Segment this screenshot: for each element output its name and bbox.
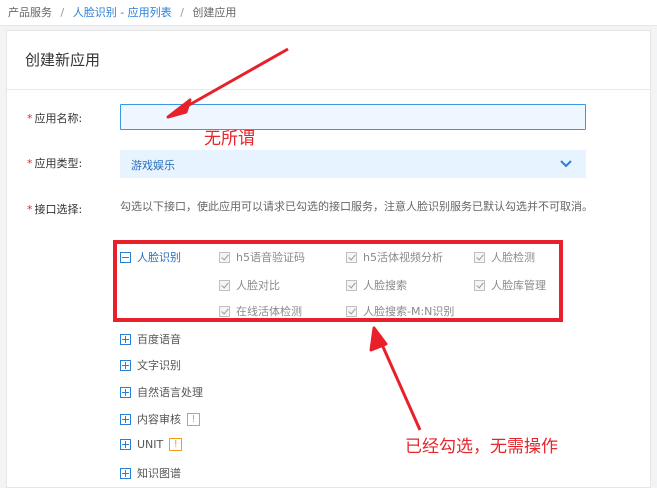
breadcrumb-face-app-list[interactable]: 人脸识别 - 应用列表 [73,6,172,19]
breadcrumb-create-app: 创建应用 [192,6,237,19]
api-hint-text: 勾选以下接口，使此应用可以请求已勾选的接口服务，注意人脸识别服务已默认勾选并不可… [120,200,593,213]
expand-icon[interactable] [120,439,131,450]
expand-icon[interactable] [120,386,131,398]
annotation-checked-note: 已经勾选，无需操作 [405,437,558,457]
group-ocr[interactable]: 文字识别 [120,357,181,373]
group-knowledge-graph[interactable]: 知识图谱 [120,465,181,481]
annotation-highlight-box [113,240,563,322]
divider [7,89,650,90]
page-title: 创建新应用 [25,51,101,69]
breadcrumb-product-services[interactable]: 产品服务 [8,6,52,19]
group-content-review[interactable]: 内容审核 ! [120,411,200,427]
expand-icon[interactable] [120,333,131,345]
group-nlp[interactable]: 自然语言处理 [120,384,203,400]
api-select-label: * 接口选择: [27,203,83,216]
chevron-down-icon [560,160,572,168]
expand-icon[interactable] [120,359,131,371]
warning-badge-icon: ! [187,412,200,426]
group-baidu-speech[interactable]: 百度语音 [120,331,181,347]
expand-icon[interactable] [120,413,131,425]
breadcrumb: 产品服务 / 人脸识别 - 应用列表 / 创建应用 [0,0,657,26]
warning-badge-icon: ! [169,438,183,451]
app-name-label: * 应用名称: [27,112,83,125]
breadcrumb-separator: / [180,6,184,19]
breadcrumb-separator: / [60,6,65,19]
group-unit[interactable]: UNIT ! [120,438,183,451]
app-name-input[interactable] [120,104,586,130]
annotation-type-note: 无所谓 [204,129,255,149]
app-type-value: 游戏娱乐 [131,159,175,172]
expand-icon[interactable] [120,467,131,479]
app-type-select[interactable]: 游戏娱乐 [120,150,586,178]
app-type-label: * 应用类型: [27,157,83,170]
